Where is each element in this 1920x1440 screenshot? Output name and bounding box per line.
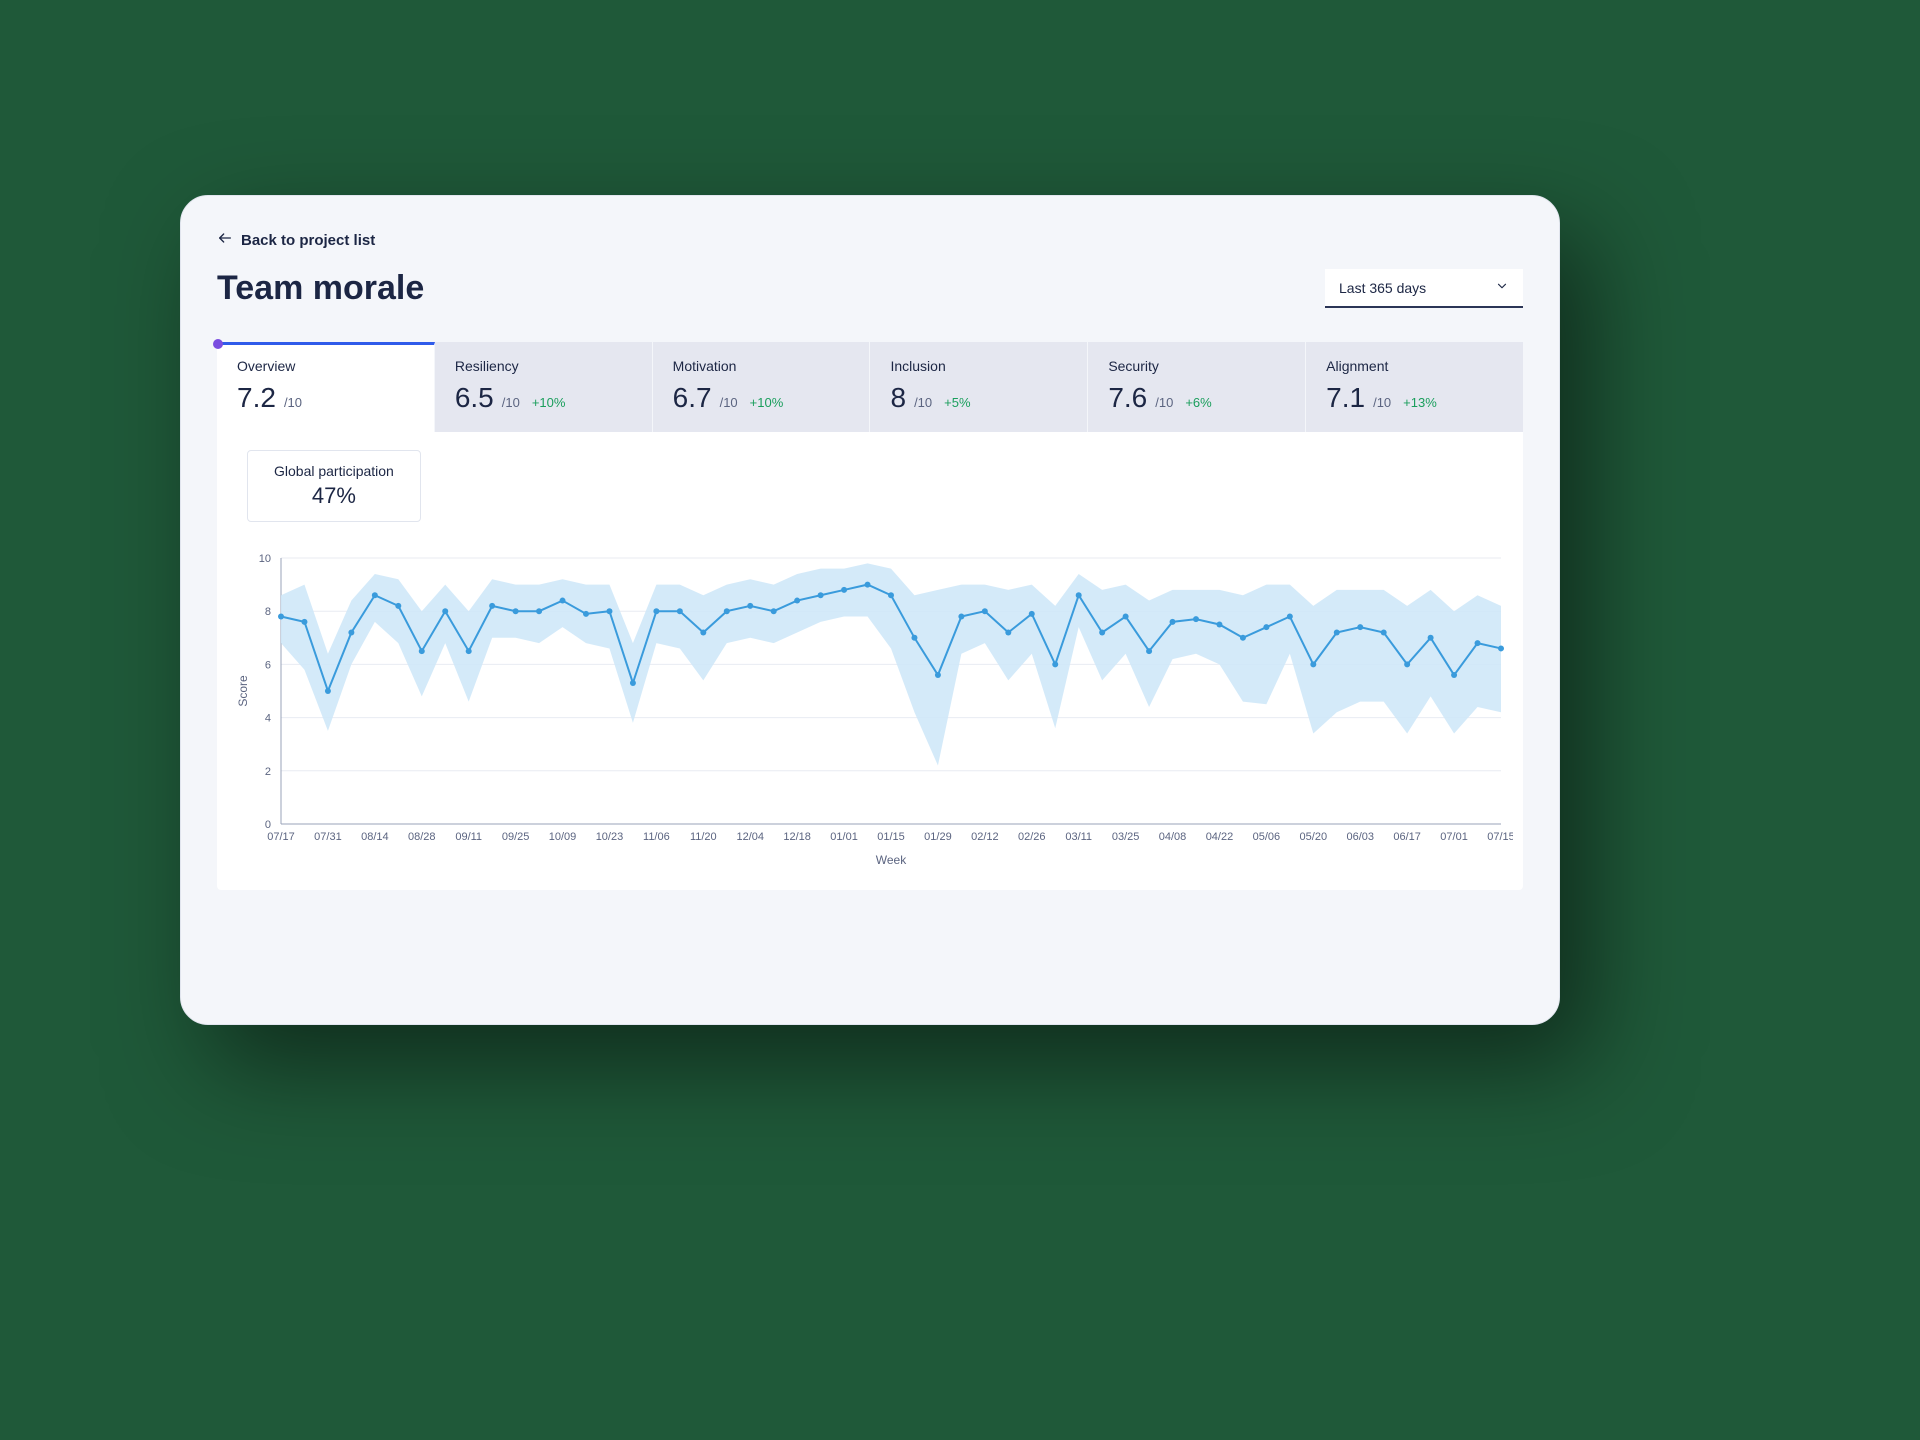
tab-delta: +5% — [944, 395, 970, 410]
svg-text:08/14: 08/14 — [361, 831, 389, 843]
svg-text:6: 6 — [265, 659, 271, 671]
svg-text:12/18: 12/18 — [783, 831, 811, 843]
tab-motivation[interactable]: Motivation 6.7 /10 +10% — [653, 342, 871, 432]
tab-label: Overview — [237, 358, 414, 374]
participation-card: Global participation 47% — [247, 450, 421, 522]
svg-text:07/15: 07/15 — [1487, 831, 1513, 843]
tab-delta: +13% — [1403, 395, 1437, 410]
svg-text:04/22: 04/22 — [1206, 831, 1234, 843]
date-range-select[interactable]: Last 365 days — [1325, 269, 1523, 308]
tab-score: 6.5 — [455, 382, 494, 414]
tab-label: Motivation — [673, 358, 850, 374]
dashboard-card: Back to project list Team morale Last 36… — [180, 195, 1560, 1025]
svg-text:06/03: 06/03 — [1346, 831, 1374, 843]
svg-text:05/20: 05/20 — [1300, 831, 1328, 843]
date-range-value: Last 365 days — [1339, 280, 1426, 296]
page-title: Team morale — [217, 269, 424, 308]
svg-text:04/08: 04/08 — [1159, 831, 1187, 843]
tab-delta: +6% — [1185, 395, 1211, 410]
tab-score: 8 — [890, 382, 906, 414]
tab-score: 7.2 — [237, 382, 276, 414]
svg-text:01/15: 01/15 — [877, 831, 905, 843]
tab-delta: +10% — [750, 395, 784, 410]
morale-chart: 0 2 4 6 8 10 07/17 07/31 08/14 08/28 09/11 09/25 10/… — [233, 550, 1507, 870]
svg-text:4: 4 — [265, 713, 271, 725]
tab-max: /10 — [502, 395, 520, 410]
tab-delta: +10% — [532, 395, 566, 410]
tab-score: 6.7 — [673, 382, 712, 414]
svg-text:11/06: 11/06 — [643, 831, 670, 843]
tab-max: /10 — [1155, 395, 1173, 410]
tab-alignment[interactable]: Alignment 7.1 /10 +13% — [1306, 342, 1523, 432]
svg-text:8: 8 — [265, 606, 271, 618]
tab-inclusion[interactable]: Inclusion 8 /10 +5% — [870, 342, 1088, 432]
svg-text:05/06: 05/06 — [1253, 831, 1281, 843]
svg-text:2: 2 — [265, 766, 271, 778]
svg-text:11/20: 11/20 — [690, 831, 717, 843]
chart-panel: Global participation 47% 0 2 4 6 8 10 07/17 07/… — [217, 432, 1523, 890]
svg-text:10/23: 10/23 — [596, 831, 624, 843]
svg-text:12/04: 12/04 — [736, 831, 764, 843]
tab-max: /10 — [914, 395, 932, 410]
svg-text:09/25: 09/25 — [502, 831, 530, 843]
tab-score: 7.6 — [1108, 382, 1147, 414]
tab-label: Alignment — [1326, 358, 1503, 374]
svg-text:07/17: 07/17 — [267, 831, 295, 843]
tab-max: /10 — [1373, 395, 1391, 410]
participation-value: 47% — [274, 483, 394, 509]
svg-text:Week: Week — [876, 853, 907, 867]
svg-text:10/09: 10/09 — [549, 831, 577, 843]
tab-max: /10 — [720, 395, 738, 410]
svg-text:01/01: 01/01 — [830, 831, 858, 843]
svg-text:07/31: 07/31 — [314, 831, 342, 843]
svg-text:10: 10 — [259, 553, 271, 565]
tab-label: Inclusion — [890, 358, 1067, 374]
svg-text:01/29: 01/29 — [924, 831, 952, 843]
svg-text:Score: Score — [236, 675, 250, 707]
arrow-left-icon — [217, 230, 233, 250]
svg-text:02/12: 02/12 — [971, 831, 999, 843]
tab-security[interactable]: Security 7.6 /10 +6% — [1088, 342, 1306, 432]
svg-text:06/17: 06/17 — [1393, 831, 1421, 843]
tab-label: Security — [1108, 358, 1285, 374]
back-link[interactable]: Back to project list — [217, 230, 375, 250]
chevron-down-icon — [1495, 279, 1509, 296]
svg-text:03/11: 03/11 — [1065, 831, 1092, 843]
metric-tabs: Overview 7.2 /10 Resiliency 6.5 /10 +10%… — [217, 342, 1523, 432]
svg-text:02/26: 02/26 — [1018, 831, 1046, 843]
tab-resiliency[interactable]: Resiliency 6.5 /10 +10% — [435, 342, 653, 432]
tab-label: Resiliency — [455, 358, 632, 374]
line-chart-svg: 0 2 4 6 8 10 07/17 07/31 08/14 08/28 09/11 09/25 10/… — [233, 550, 1513, 870]
back-link-text: Back to project list — [241, 232, 375, 249]
tab-max: /10 — [284, 395, 302, 410]
svg-text:0: 0 — [265, 819, 271, 831]
tab-overview[interactable]: Overview 7.2 /10 — [217, 342, 435, 432]
svg-text:08/28: 08/28 — [408, 831, 436, 843]
tab-score: 7.1 — [1326, 382, 1365, 414]
svg-text:07/01: 07/01 — [1440, 831, 1468, 843]
svg-text:09/11: 09/11 — [455, 831, 482, 843]
participation-label: Global participation — [274, 463, 394, 479]
svg-text:03/25: 03/25 — [1112, 831, 1140, 843]
